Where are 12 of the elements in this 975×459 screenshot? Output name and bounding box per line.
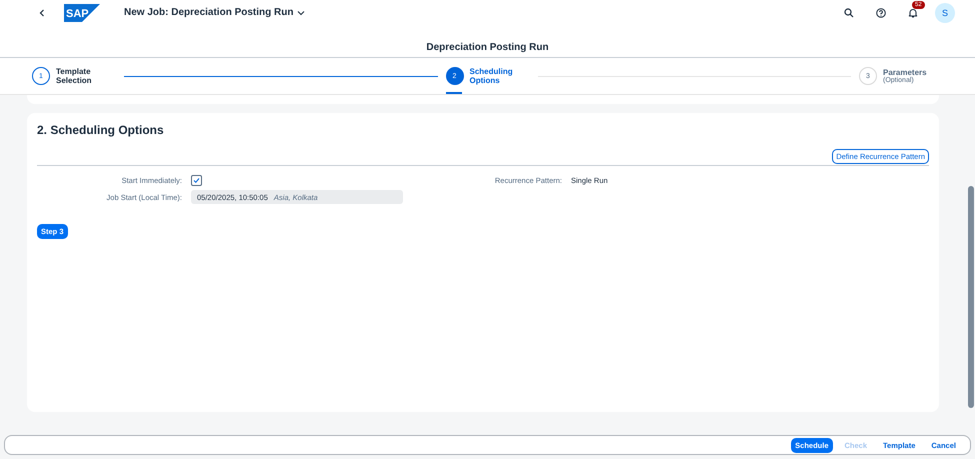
step-label[interactable]: Scheduling Options (470, 67, 530, 86)
bell-icon[interactable] (908, 8, 918, 18)
user-avatar[interactable]: S (935, 2, 955, 23)
current-step-indicator (446, 92, 462, 94)
checkbox[interactable] (191, 175, 202, 186)
caret-icon[interactable] (297, 10, 306, 16)
page-title: Depreciation Posting Run (426, 42, 549, 54)
step-label[interactable]: Template Selection (56, 67, 116, 86)
section-title: 2. Scheduling Options (37, 123, 165, 138)
sap-logo[interactable]: SAP (64, 4, 100, 22)
checkmark-icon (193, 177, 200, 184)
app-title[interactable]: New Job: Depreciation Posting Run (124, 7, 306, 18)
